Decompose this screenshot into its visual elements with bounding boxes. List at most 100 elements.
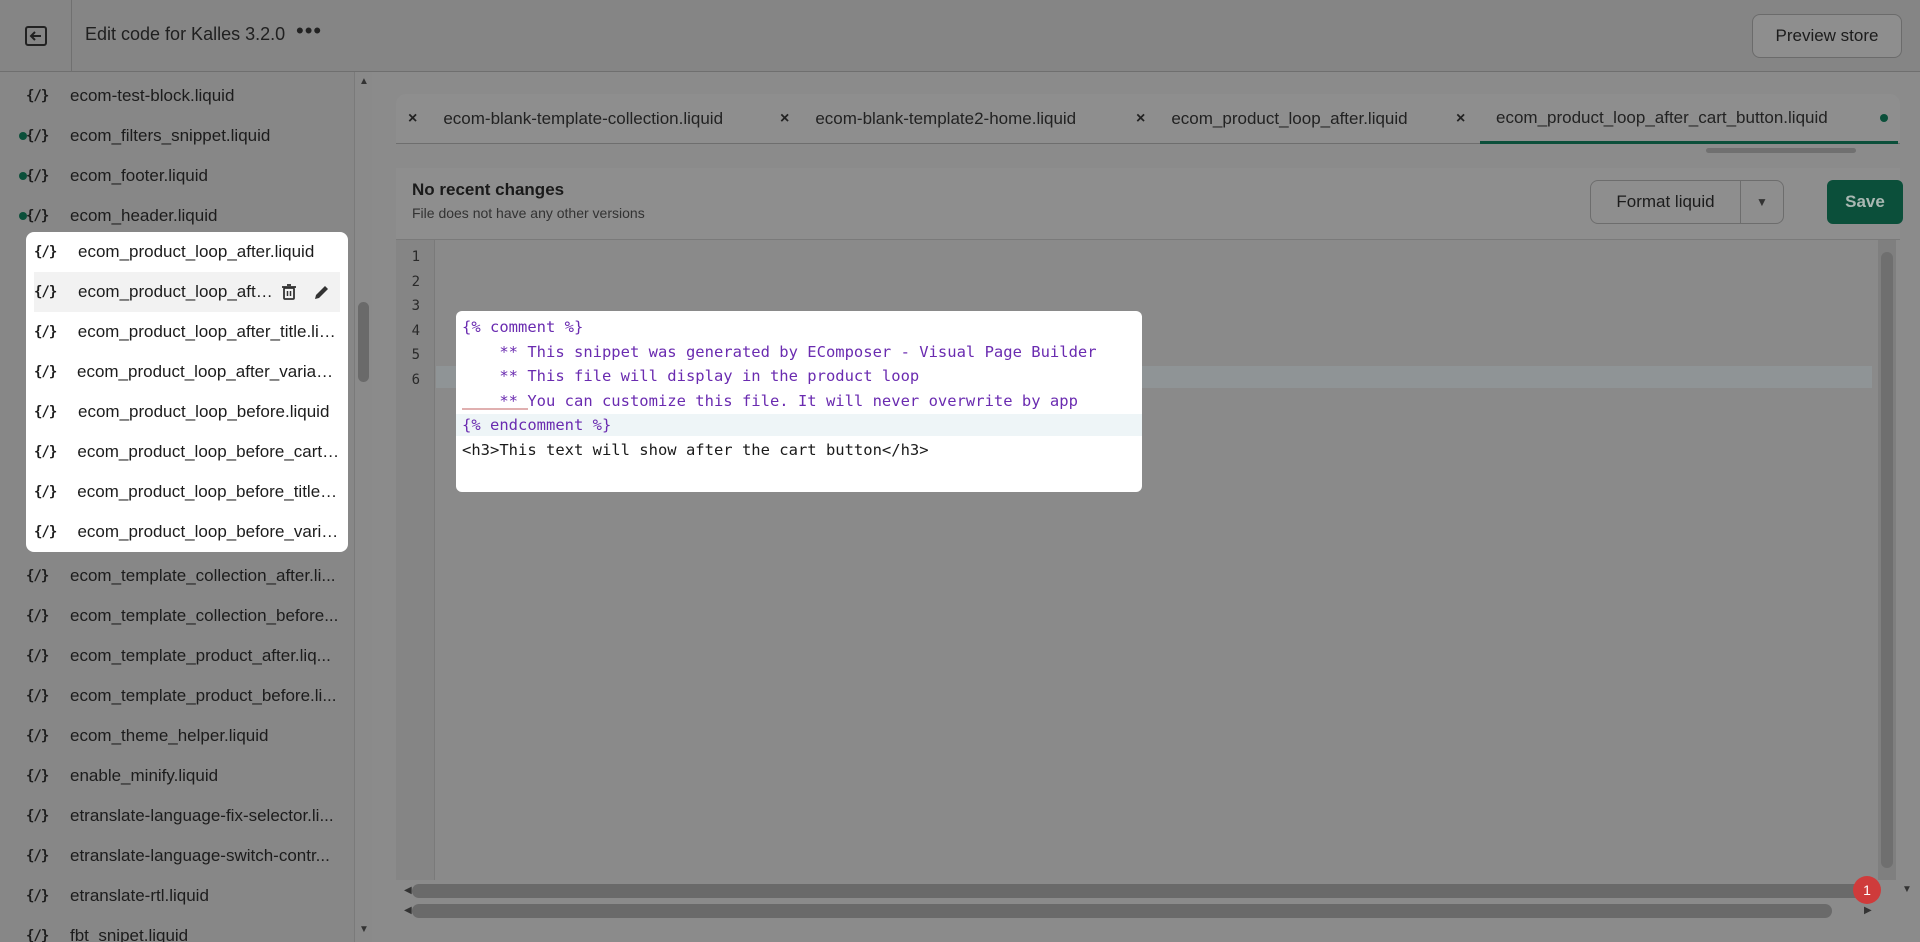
horizontal-scrollbar[interactable] (412, 884, 1876, 898)
file-name: ecom_filters_snippet.liquid (70, 126, 271, 145)
sidebar-scrollbar[interactable]: ▲ ▼ (354, 72, 372, 942)
file-name: ecom_product_loop_after_variant.... (76, 362, 340, 381)
liquid-file-icon: {/} (34, 244, 57, 260)
editor-scroll-thumb[interactable] (1881, 252, 1893, 868)
preview-store-button[interactable]: Preview store (1752, 14, 1902, 58)
line-number: 2 (411, 273, 420, 290)
page-title: Edit code for Kalles 3.2.0 (85, 24, 286, 44)
code-line[interactable]: <h3>This text will show after the cart b… (462, 441, 929, 459)
file-item[interactable]: {/} ecom_header.liquid (19, 196, 348, 236)
file-item[interactable]: {/} ecom_product_loop_before_title.li... (34, 472, 340, 512)
file-item[interactable]: {/} ecom_product_loop_after_title.liq... (34, 312, 340, 352)
line-number: 1 (411, 249, 420, 265)
file-item[interactable]: {/} ecom_filters_snippet.liquid (19, 116, 348, 156)
file-item[interactable]: {/} enable_minify.liquid (26, 756, 348, 796)
delete-icon[interactable] (280, 283, 298, 301)
exit-button[interactable] (0, 0, 72, 72)
file-item[interactable]: {/} ecom_product_loop_before_cart_... (34, 432, 340, 472)
modified-dot-icon (19, 212, 27, 220)
liquid-file-icon: {/} (26, 728, 49, 744)
code-line[interactable]: ** You can customize this file. It will … (462, 392, 1078, 410)
file-item[interactable]: {/} fbt_snipet.liquid (26, 916, 348, 942)
tab-product-loop-after[interactable]: × ecom_product_loop_after.liquid (1136, 94, 1408, 144)
file-item[interactable]: {/} ecom_product_loop_after.liquid (34, 232, 340, 272)
format-liquid-label[interactable]: Format liquid (1591, 181, 1741, 223)
file-item[interactable]: {/} ecom_template_collection_before... (26, 596, 348, 636)
editor-toolbar: No recent changes File does not have any… (396, 168, 1903, 240)
liquid-file-icon: {/} (26, 928, 49, 942)
liquid-file-icon: {/} (34, 324, 57, 340)
file-name: ecom_header.liquid (70, 206, 218, 225)
file-item[interactable]: {/} ecom_product_loop_afte... (34, 272, 340, 312)
save-button[interactable]: Save (1827, 180, 1903, 224)
line-number: 6 (411, 371, 420, 388)
code-line[interactable]: {% endcomment %} (462, 416, 611, 434)
tab-collection[interactable]: × ecom-blank-template-collection.liquid (408, 94, 723, 144)
file-item[interactable]: {/} etranslate-language-fix-selector.li..… (26, 796, 348, 836)
liquid-file-icon: {/} (34, 364, 57, 380)
file-item[interactable]: {/} ecom_template_product_before.li... (26, 676, 348, 716)
top-bar: Edit code for Kalles 3.2.0 ••• Preview s… (0, 0, 1920, 72)
file-item[interactable]: {/} ecom_product_loop_after_variant.... (34, 352, 340, 392)
code-editor[interactable]: 1 2 3 4 5 6 {% comment %} ** This snippet was… (396, 240, 1878, 880)
file-item[interactable]: {/} ecom_template_collection_after.li... (26, 556, 348, 596)
file-name: ecom_template_product_after.liq... (70, 646, 331, 665)
status-subtitle: File does not have any other versions (412, 205, 645, 221)
sidebar-scroll-thumb[interactable] (358, 302, 369, 382)
editor-pane: × ecom-blank-template-collection.liquid … (372, 72, 1920, 942)
tabs-scroll-thumb[interactable] (1706, 148, 1856, 153)
liquid-file-icon: {/} (26, 128, 49, 144)
tab-active[interactable]: ecom_product_loop_after_cart_button.liqu… (1480, 94, 1898, 144)
liquid-file-icon: {/} (34, 444, 57, 460)
modified-dot-icon (19, 132, 27, 140)
code-line[interactable]: {% comment %} (462, 318, 583, 336)
file-item[interactable]: {/} ecom_product_loop_before.liquid (34, 392, 340, 432)
file-name: ecom_product_loop_before_title.li... (77, 482, 340, 501)
file-name: ecom_footer.liquid (70, 166, 208, 185)
file-item[interactable]: {/} ecom-test-block.liquid (26, 76, 348, 116)
code-line[interactable]: ** This file will display in the product… (462, 367, 919, 385)
liquid-file-icon: {/} (26, 168, 49, 184)
more-actions-icon[interactable]: ••• (296, 18, 322, 44)
tab-label: ecom_product_loop_after_cart_button.liqu… (1496, 107, 1828, 127)
file-name: ecom_product_loop_before_cart_... (77, 442, 340, 461)
file-name: ecom_product_loop_after_title.liq... (77, 322, 340, 341)
file-tabs: × ecom-blank-template-collection.liquid … (396, 94, 1900, 144)
liquid-file-icon: {/} (26, 768, 49, 784)
file-name: ecom-test-block.liquid (70, 86, 235, 105)
liquid-file-icon: {/} (34, 404, 57, 420)
tab-home[interactable]: × ecom-blank-template2-home.liquid (780, 94, 1076, 144)
code-content[interactable]: {% comment %} ** This snippet was genera… (456, 311, 1142, 492)
close-icon[interactable]: × (408, 110, 417, 128)
liquid-file-icon: {/} (26, 808, 49, 824)
close-icon[interactable]: × (780, 110, 789, 128)
editor-vertical-scrollbar[interactable] (1878, 240, 1896, 880)
file-name: ecom_product_loop_before.liquid (78, 402, 330, 421)
file-item[interactable]: {/} etranslate-rtl.liquid (26, 876, 348, 916)
file-name: ecom_template_product_before.li... (70, 686, 337, 705)
file-item[interactable]: {/} ecom_product_loop_before_varia... (34, 512, 340, 552)
edit-icon[interactable] (312, 282, 332, 302)
liquid-file-icon: {/} (26, 688, 49, 704)
liquid-file-icon: {/} (26, 568, 49, 584)
line-number: 4 (411, 322, 420, 339)
horizontal-scrollbar-2[interactable] (412, 904, 1832, 918)
selected-files-panel: {/} ecom_product_loop_after.liquid {/} ecom… (26, 232, 348, 552)
close-icon[interactable]: × (1456, 110, 1465, 128)
liquid-file-icon: {/} (34, 484, 57, 500)
liquid-file-icon: {/} (26, 88, 49, 104)
exit-icon (24, 26, 47, 46)
file-name: etranslate-rtl.liquid (70, 886, 209, 905)
close-icon[interactable]: × (1136, 110, 1145, 128)
tab-label: ecom-blank-template2-home.liquid (815, 109, 1077, 128)
file-name: ecom_template_collection_before... (70, 606, 339, 625)
file-item[interactable]: {/} etranslate-language-switch-contr... (26, 836, 348, 876)
file-item[interactable]: {/} ecom_theme_helper.liquid (26, 716, 348, 756)
file-item[interactable]: {/} ecom_footer.liquid (19, 156, 348, 196)
file-item[interactable]: {/} ecom_template_product_after.liq... (26, 636, 348, 676)
notification-badge[interactable]: 1 (1853, 876, 1881, 904)
code-line[interactable]: ** This snippet was generated by ECompos… (462, 343, 1096, 361)
chevron-down-icon[interactable]: ▼ (1741, 181, 1783, 223)
file-name: ecom_product_loop_afte... (78, 282, 278, 301)
format-liquid-button[interactable]: Format liquid ▼ (1590, 180, 1784, 224)
